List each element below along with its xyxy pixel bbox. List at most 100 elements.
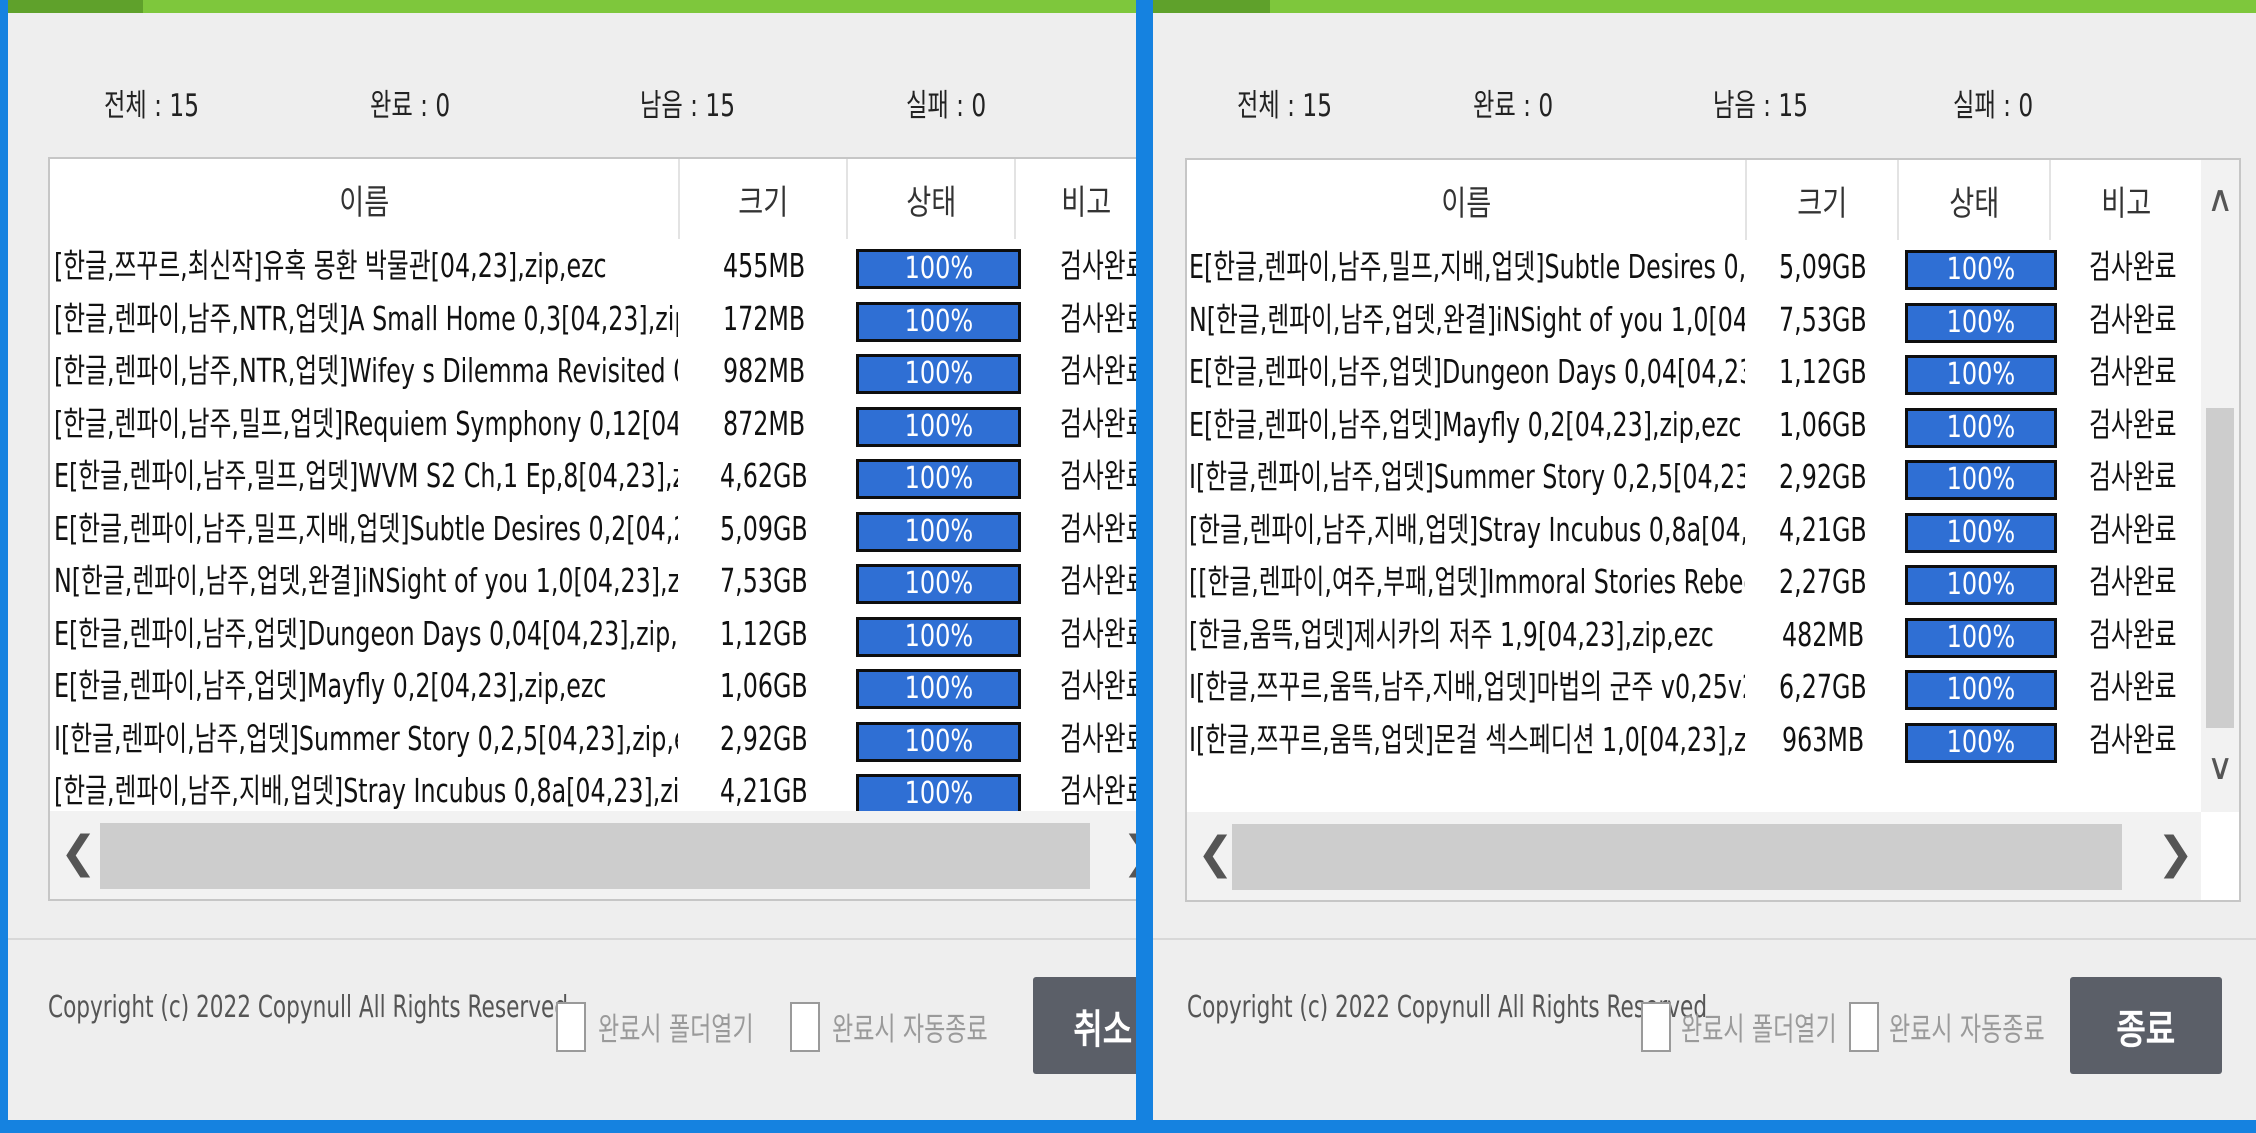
file-size: 1,06GB xyxy=(1779,404,1867,444)
stat-total: 전체15 xyxy=(1237,80,1332,125)
list-item[interactable]: E[한글,렌파이,남주,밀프,지배,업뎃]Subtle Desires 0,2[… xyxy=(1187,240,2239,293)
progress-bar: 100% xyxy=(1905,460,2057,500)
list-item[interactable]: E[한글,렌파이,남주,업뎃]Dungeon Days 0,04[04,23],… xyxy=(50,607,1136,660)
scrollbar-thumb[interactable] xyxy=(100,823,1090,889)
stat-fail: 실패0 xyxy=(906,80,986,125)
open-folder-checkbox[interactable] xyxy=(556,1002,586,1052)
progress-bar: 100% xyxy=(856,249,1021,289)
open-folder-label: 완료시 폴더열기 xyxy=(598,1010,754,1048)
file-size: 2,27GB xyxy=(1779,562,1867,601)
progress-bar: 100% xyxy=(856,511,1021,552)
column-header-note[interactable]: 비고 xyxy=(1016,159,1136,239)
scroll-down-icon[interactable]: ∨ xyxy=(2207,750,2233,786)
status-note: 검사완료 xyxy=(1060,298,1136,338)
list-item[interactable]: [[한글,렌파이,여주,부패,업뎃]Immoral Stories Rebecc… xyxy=(1187,555,2239,608)
file-name: I[한글,쯔꾸르,움뜩,남주,지배,업뎃]마법의 군주 v0,25v2[04,2… xyxy=(1189,667,1745,706)
progress-bar: 100% xyxy=(856,774,1021,814)
file-size: 2,92GB xyxy=(1779,457,1867,496)
open-folder-checkbox[interactable] xyxy=(1641,1002,1671,1052)
column-header-status[interactable]: 상태 xyxy=(1899,160,2051,240)
auto-exit-checkbox[interactable] xyxy=(1849,1002,1879,1052)
column-header-status[interactable]: 상태 xyxy=(848,159,1016,239)
accent-bar-segment xyxy=(1153,0,1270,13)
progress-window-left: 전체15 완료0 남음15 실패0 이름 크기 상태 비고 [한글,쯔꾸르,최신… xyxy=(8,0,1136,1120)
exit-button[interactable]: 종료 xyxy=(2070,977,2222,1074)
list-item[interactable]: [한글,렌파이,남주,지배,업뎃]Stray Incubus 0,8a[04,2… xyxy=(50,764,1136,817)
stat-total: 전체15 xyxy=(104,80,199,125)
scroll-right-icon[interactable]: ❯ xyxy=(2157,832,2194,876)
file-size: 7,53GB xyxy=(720,561,808,600)
list-item[interactable]: E[한글,렌파이,남주,업뎃]Mayfly 0,2[04,23],zip,ezc… xyxy=(50,659,1136,712)
status-note: 검사완료 xyxy=(2089,614,2177,654)
list-item[interactable]: [한글,렌파이,남주,지배,업뎃]Stray Incubus 0,8a[04,2… xyxy=(1187,503,2239,556)
file-list[interactable]: 이름 크기 상태 비고 E[한글,렌파이,남주,밀프,지배,업뎃]Subtle … xyxy=(1185,158,2241,902)
progress-bar: 100% xyxy=(1905,617,2057,658)
file-name: [한글,렌파이,남주,NTR,업뎃]A Small Home 0,3[04,23… xyxy=(54,298,678,338)
file-size: 4,21GB xyxy=(720,771,808,810)
copyright-text: Copyright (c) 2022 Copynull All Rights R… xyxy=(48,990,569,1025)
stat-fail: 실패0 xyxy=(1953,80,2033,125)
file-size: 6,27GB xyxy=(1779,667,1867,706)
column-header-note[interactable]: 비고 xyxy=(2051,160,2201,240)
file-size: 5,09GB xyxy=(1779,247,1867,286)
list-item[interactable]: N[한글,렌파이,남주,업뎃,완결]iNSight of you 1,0[04,… xyxy=(1187,293,2239,346)
file-name: E[한글,렌파이,남주,업뎃]Mayfly 0,2[04,23],zip,ezc xyxy=(54,666,607,705)
scroll-left-icon[interactable]: ❮ xyxy=(60,831,97,875)
auto-exit-label: 완료시 자동종료 xyxy=(832,1010,988,1048)
scrollbar-thumb[interactable] xyxy=(2206,408,2234,728)
stat-done: 완료0 xyxy=(370,80,450,125)
list-item[interactable]: N[한글,렌파이,남주,업뎃,완결]iNSight of you 1,0[04,… xyxy=(50,554,1136,607)
file-name: N[한글,렌파이,남주,업뎃,완결]iNSight of you 1,0[04,… xyxy=(54,561,678,600)
progress-bar: 100% xyxy=(1905,302,2057,343)
list-item[interactable]: E[한글,렌파이,남주,밀프,업뎃]WVM S2 Ch,1 Ep,8[04,23… xyxy=(50,449,1136,502)
list-item[interactable]: E[한글,렌파이,남주,업뎃]Mayfly 0,2[04,23],zip,ezc… xyxy=(1187,398,2239,451)
progress-bar: 100% xyxy=(856,301,1021,342)
footer-divider xyxy=(8,938,1136,940)
file-size: 455MB xyxy=(722,246,806,285)
list-item[interactable]: E[한글,렌파이,남주,업뎃]Dungeon Days 0,04[04,23],… xyxy=(1187,345,2239,398)
copyright-text: Copyright (c) 2022 Copynull All Rights R… xyxy=(1187,990,1708,1025)
status-note: 검사완료 xyxy=(1060,666,1136,705)
list-item[interactable]: [한글,렌파이,남주,NTR,업뎃]A Small Home 0,3[04,23… xyxy=(50,292,1136,345)
file-name: N[한글,렌파이,남주,업뎃,완결]iNSight of you 1,0[04,… xyxy=(1189,299,1745,339)
file-name: [한글,움뜩,업뎃]제시카의 저주 1,9[04,23],zip,ezc xyxy=(1189,614,1714,654)
status-note: 검사완료 xyxy=(2089,404,2177,444)
column-header-name[interactable]: 이름 xyxy=(50,159,680,239)
file-list[interactable]: 이름 크기 상태 비고 [한글,쯔꾸르,최신작]유혹 몽환 박물관[04,23]… xyxy=(48,157,1136,901)
list-item[interactable]: I[한글,쯔꾸르,움뜩,업뎃]몬걸 섹스페디션 1,0[04,23],zip,e… xyxy=(1187,713,2239,766)
column-header-size[interactable]: 크기 xyxy=(680,159,848,239)
cancel-button[interactable]: 취소 xyxy=(1033,977,1136,1074)
file-name: [한글,렌파이,남주,지배,업뎃]Stray Incubus 0,8a[04,2… xyxy=(1189,509,1745,549)
scroll-up-icon[interactable]: ∧ xyxy=(2207,182,2233,218)
file-size: 1,12GB xyxy=(1779,352,1867,391)
horizontal-scrollbar[interactable]: ❮ ❯ xyxy=(50,811,1136,899)
list-item[interactable]: E[한글,렌파이,남주,밀프,지배,업뎃]Subtle Desires 0,2[… xyxy=(50,502,1136,555)
horizontal-scrollbar[interactable]: ❮ ❯ xyxy=(1187,812,2201,900)
scroll-left-icon[interactable]: ❮ xyxy=(1197,832,1234,876)
list-item[interactable]: [한글,움뜩,업뎃]제시카의 저주 1,9[04,23],zip,ezc 482M… xyxy=(1187,608,2239,661)
file-size: 1,12GB xyxy=(720,613,808,653)
list-item[interactable]: [한글,렌파이,남주,NTR,업뎃]Wifey s Dilemma Revisi… xyxy=(50,344,1136,397)
list-item[interactable]: I[한글,렌파이,남주,업뎃]Summer Story 0,2,5[04,23]… xyxy=(50,712,1136,765)
status-note: 검사완료 xyxy=(2089,457,2177,496)
taskbar-edge xyxy=(0,1120,2256,1133)
file-name: E[한글,렌파이,남주,업뎃]Dungeon Days 0,04[04,23],… xyxy=(54,613,678,653)
list-item[interactable]: I[한글,쯔꾸르,움뜩,남주,지배,업뎃]마법의 군주 v0,25v2[04,2… xyxy=(1187,660,2239,713)
status-note: 검사완료 xyxy=(1060,351,1136,390)
column-header-size[interactable]: 크기 xyxy=(1747,160,1899,240)
list-item[interactable]: [한글,쯔꾸르,최신작]유혹 몽환 박물관[04,23],zip,ezc 455M… xyxy=(50,239,1136,292)
list-item[interactable]: [한글,렌파이,남주,밀프,업뎃]Requiem Symphony 0,12[0… xyxy=(50,397,1136,450)
file-name: E[한글,렌파이,남주,밀프,지배,업뎃]Subtle Desires 0,2[… xyxy=(1189,247,1745,286)
list-item[interactable]: I[한글,렌파이,남주,업뎃]Summer Story 0,2,5[04,23]… xyxy=(1187,450,2239,503)
scrollbar-thumb[interactable] xyxy=(1232,824,2122,890)
stat-remain: 남음15 xyxy=(640,80,735,125)
status-note: 검사완료 xyxy=(2089,562,2177,601)
scroll-right-icon[interactable]: ❯ xyxy=(1122,831,1136,875)
file-size: 2,92GB xyxy=(720,718,808,758)
auto-exit-checkbox[interactable] xyxy=(790,1002,820,1052)
column-header-name[interactable]: 이름 xyxy=(1187,160,1747,240)
accent-bar-segment xyxy=(8,0,143,13)
vertical-scrollbar[interactable]: ∧ ∨ xyxy=(2201,160,2239,812)
file-name: E[한글,렌파이,남주,업뎃]Mayfly 0,2[04,23],zip,ezc xyxy=(1189,404,1742,444)
open-folder-label: 완료시 폴더열기 xyxy=(1681,1010,1837,1048)
